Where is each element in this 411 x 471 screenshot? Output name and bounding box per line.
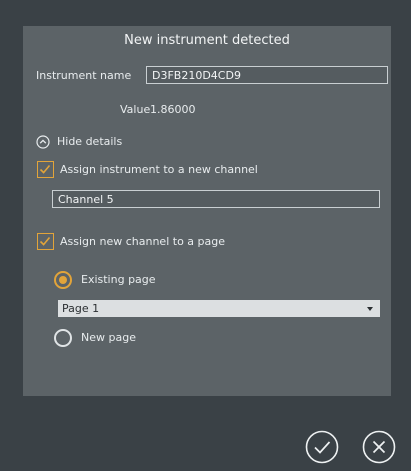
value-label: Value bbox=[120, 103, 151, 116]
cancel-button[interactable] bbox=[362, 430, 396, 464]
new-page-radio[interactable] bbox=[54, 329, 72, 347]
instrument-name-label: Instrument name bbox=[36, 69, 132, 82]
instrument-name-input[interactable] bbox=[146, 66, 388, 84]
confirm-button[interactable] bbox=[305, 430, 339, 464]
checkmark-icon bbox=[39, 164, 51, 174]
details-toggle-label: Hide details bbox=[57, 135, 123, 148]
assign-page-label: Assign new channel to a page bbox=[60, 235, 225, 248]
page-select-value: Page 1 bbox=[62, 302, 100, 315]
assign-channel-label: Assign instrument to a new channel bbox=[60, 163, 258, 176]
details-toggle[interactable]: Hide details bbox=[36, 135, 136, 149]
checkmark-icon bbox=[39, 236, 51, 246]
new-page-label: New page bbox=[81, 331, 136, 344]
new-instrument-dialog: New instrument detected Instrument name … bbox=[23, 26, 391, 396]
value-readout: 1.86000 bbox=[150, 103, 196, 116]
chevron-down-icon bbox=[367, 307, 373, 311]
check-circle-icon bbox=[305, 430, 339, 464]
assign-channel-checkbox[interactable] bbox=[37, 161, 54, 178]
existing-page-label: Existing page bbox=[81, 273, 156, 286]
page-select[interactable]: Page 1 bbox=[58, 300, 380, 317]
existing-page-radio[interactable] bbox=[54, 271, 72, 289]
dialog-title: New instrument detected bbox=[124, 33, 290, 48]
assign-page-checkbox[interactable] bbox=[37, 233, 54, 250]
channel-name-input[interactable] bbox=[52, 190, 380, 208]
chevron-up-circle-icon bbox=[36, 135, 50, 149]
